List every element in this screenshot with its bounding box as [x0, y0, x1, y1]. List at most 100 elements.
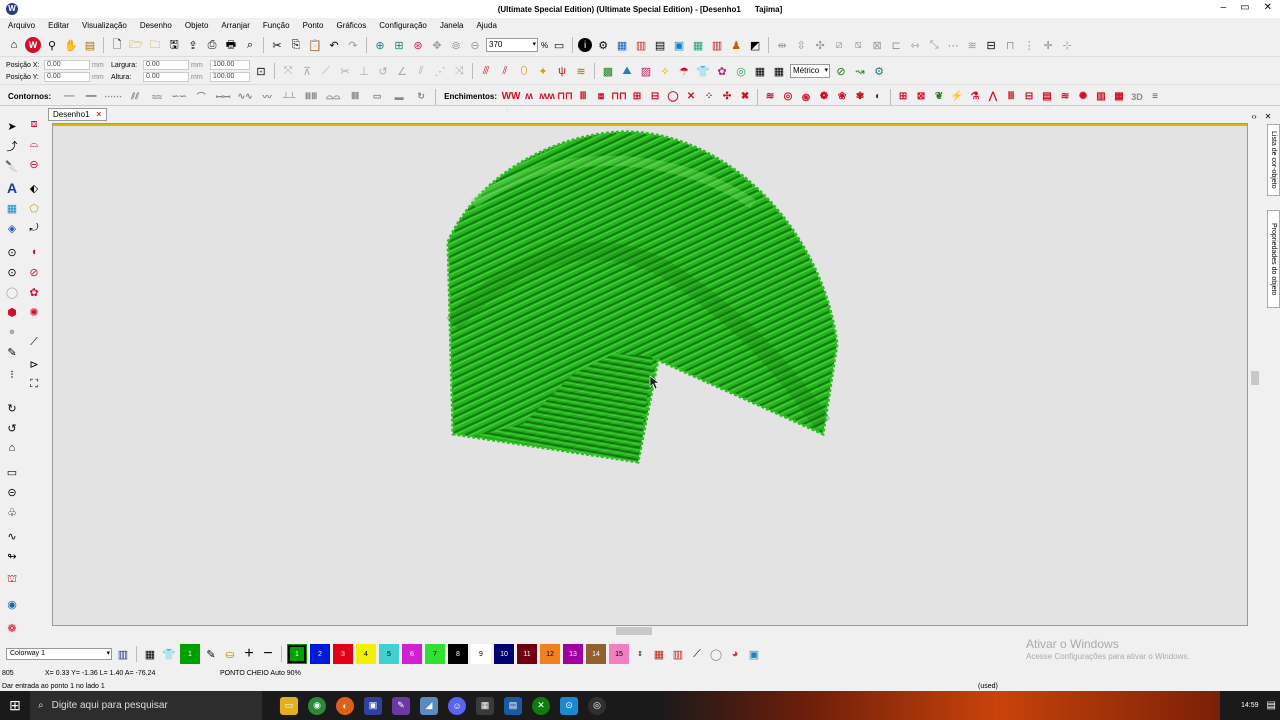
fill-3d-icon[interactable]: 3D — [1129, 90, 1145, 104]
shirt-color-icon[interactable]: 👕 — [161, 646, 177, 662]
zoom-select[interactable]: 370 — [486, 38, 538, 52]
color-grid-icon[interactable]: ▦ — [142, 646, 158, 662]
fill-tatami-icon[interactable]: ⊓⊓ — [611, 90, 627, 104]
rotate-free-icon[interactable]: ⤧ — [280, 63, 296, 79]
satin-outline-icon[interactable]: ⫻ — [478, 63, 494, 79]
color-swatch-10[interactable]: 10 — [494, 644, 514, 664]
redo-icon[interactable]: ↷ — [345, 37, 361, 53]
rotate-cw-icon[interactable]: ↻ — [4, 400, 20, 416]
horizontal-scrollbar[interactable] — [52, 626, 1248, 636]
print-preview-icon[interactable]: ⎙ — [204, 37, 220, 53]
dst-app-icon[interactable]: ▤ — [504, 696, 522, 715]
pan-icon[interactable]: ✥ — [429, 37, 445, 53]
tree-icon[interactable]: ψ — [554, 63, 570, 79]
swatch-scroll-icon[interactable]: ⇕ — [632, 646, 648, 662]
satin-border-icon[interactable]: ∿∿ — [235, 90, 255, 104]
frame-tool-icon[interactable]: ⛶ — [26, 376, 42, 392]
flower-icon[interactable]: ✿ — [26, 284, 42, 300]
brush-icon[interactable]: ❁ — [4, 620, 20, 636]
align-left-icon[interactable]: ⊏ — [888, 37, 904, 53]
fill-stars-icon[interactable]: ✣ — [719, 90, 735, 104]
notifications-icon[interactable]: ▤ — [1267, 700, 1276, 711]
fill-shell-icon[interactable]: ≋ — [1057, 90, 1073, 104]
tree-tool-icon[interactable]: ♧ — [4, 504, 20, 520]
menu-graficos[interactable]: Gráficos — [336, 21, 366, 30]
object-properties-tab[interactable]: Propriedades do objeto — [1267, 210, 1280, 308]
open-folder-icon[interactable]: 🗁 — [128, 37, 144, 53]
slow-redraw-icon[interactable]: ⊘ — [833, 63, 849, 79]
lock-proportions-icon[interactable]: ⊡ — [253, 63, 269, 79]
stitch-edit-icon[interactable]: ⧈ — [26, 116, 42, 132]
thread-chart-icon[interactable]: ▦ — [614, 37, 630, 53]
font-icon[interactable]: ☂ — [676, 63, 692, 79]
triple-run-icon[interactable]: ┅┅ — [81, 90, 101, 104]
document-tab-close[interactable]: ✕ — [95, 110, 102, 119]
fill-cross-icon[interactable]: ✕ — [683, 90, 699, 104]
color-swatch-14[interactable]: 14 — [586, 644, 606, 664]
firefox-icon[interactable]: ◐ — [336, 696, 354, 715]
fill-book-icon[interactable]: ▤ — [1039, 90, 1055, 104]
space-h-icon[interactable]: ⊟ — [983, 37, 999, 53]
mirror-icon[interactable]: ⊠ — [869, 37, 885, 53]
nudge-icon[interactable]: ⊹ — [1059, 37, 1075, 53]
globe-icon[interactable]: ◉ — [4, 596, 20, 612]
color-wheel-icon[interactable]: ✿ — [714, 63, 730, 79]
color-swatch-13[interactable]: 13 — [563, 644, 583, 664]
bar-icon[interactable]: ▬ — [389, 90, 409, 104]
paint-bucket-icon[interactable]: ⛀ — [222, 646, 238, 662]
fill-grid1-icon[interactable]: ⊞ — [895, 90, 911, 104]
appliqué-icon[interactable]: ⬯ — [516, 63, 532, 79]
chrome-icon[interactable]: ◉ — [308, 696, 326, 715]
backstitch-icon[interactable]: ⋯⋯ — [103, 90, 123, 104]
branch-icon[interactable]: ⤨ — [451, 63, 467, 79]
travel-icon[interactable]: ↝ — [852, 63, 868, 79]
ellipse-icon[interactable]: ◯ — [4, 284, 20, 300]
fill-dots-icon[interactable]: ⁘ — [701, 90, 717, 104]
obs-icon[interactable]: ◎ — [588, 696, 606, 715]
backdrop-icon[interactable]: ◩ — [747, 37, 763, 53]
fill-scroll-icon[interactable]: ⊟ — [1021, 90, 1037, 104]
discord-icon[interactable]: ☺ — [448, 696, 466, 715]
zoom-prev-icon[interactable]: ⊖ — [467, 37, 483, 53]
oval-icon[interactable]: ⊖ — [26, 156, 42, 172]
library-icon[interactable]: ▤ — [82, 37, 98, 53]
shape-icon[interactable]: ⌂ — [4, 440, 20, 456]
grid-icon[interactable]: ▦ — [690, 37, 706, 53]
fill-feather-icon[interactable]: ⚗ — [967, 90, 983, 104]
chain-icon[interactable]: ∽∽ — [169, 90, 189, 104]
menu-arquivo[interactable]: Arquivo — [8, 21, 35, 30]
mountain-icon[interactable]: ⛰ — [619, 63, 635, 79]
color-swatch-1-icon[interactable]: 1 — [180, 644, 200, 664]
pos-y-field[interactable]: 0.00 — [44, 72, 90, 82]
color-swatch-1[interactable]: 1 — [287, 644, 307, 664]
curve-icon[interactable]: ◖ — [26, 244, 42, 260]
stitch-list-icon[interactable]: ▥ — [709, 37, 725, 53]
file-explorer-icon[interactable]: ▭ — [280, 696, 298, 715]
rotate-ccw-icon[interactable]: ↺ — [4, 420, 20, 436]
color-swatch-12[interactable]: 12 — [540, 644, 560, 664]
menu-ajuda[interactable]: Ajuda — [476, 21, 496, 30]
palette-icon[interactable]: ▥ — [633, 37, 649, 53]
fill-spiral-icon[interactable]: ֍ — [798, 90, 814, 104]
star-icon[interactable]: ✦ — [535, 63, 551, 79]
text-icon[interactable]: A — [4, 180, 20, 196]
more-icon[interactable]: ≡ — [1147, 90, 1163, 104]
undo-icon[interactable]: ↶ — [326, 37, 342, 53]
fill-waveform-icon[interactable]: ▥ — [1093, 90, 1109, 104]
pattern-line-icon[interactable]: ⋯ — [945, 37, 961, 53]
color-swatch-5[interactable]: 5 — [379, 644, 399, 664]
fill-flag-icon[interactable]: ▦ — [1111, 90, 1127, 104]
pos-x-field[interactable]: 0.00 — [44, 60, 90, 70]
menu-editar[interactable]: Editar — [48, 21, 69, 30]
scale-y-field[interactable]: 100.00 — [210, 72, 250, 82]
circle-icon[interactable]: ⊙ — [4, 264, 20, 280]
table-icon[interactable]: ▦ — [771, 63, 787, 79]
photo-icon[interactable]: ▨ — [638, 63, 654, 79]
minimize-button[interactable]: – — [1221, 2, 1227, 13]
blanket-icon[interactable]: ꟷꟷ — [213, 90, 233, 104]
menu-visualizacao[interactable]: Visualização — [82, 21, 127, 30]
vertical-scroll-thumb[interactable] — [1251, 371, 1259, 385]
color-swatch-6[interactable]: 6 — [402, 644, 422, 664]
radial-icon[interactable]: ✺ — [26, 304, 42, 320]
menu-desenho[interactable]: Desenho — [140, 21, 172, 30]
